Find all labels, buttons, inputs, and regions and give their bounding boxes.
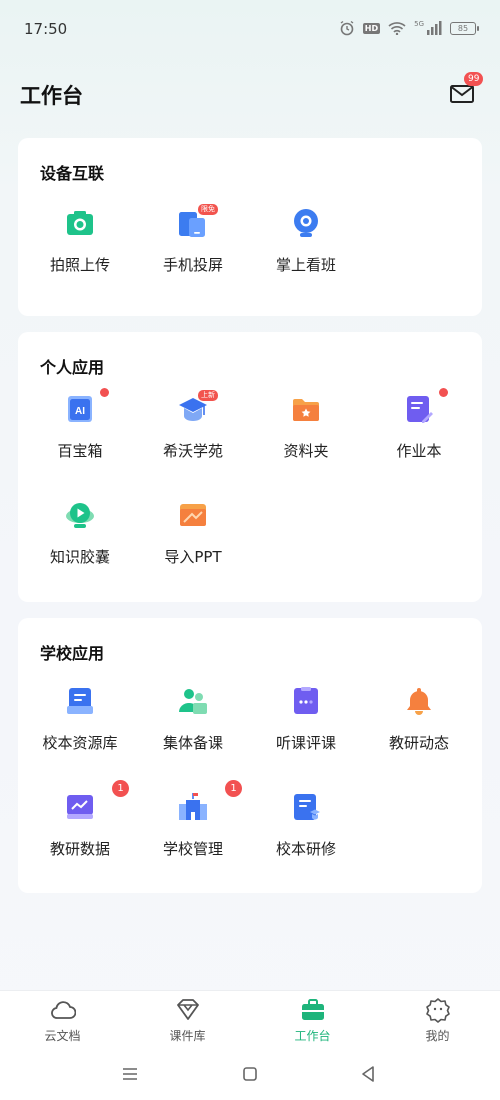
- battery-level: 85: [457, 23, 469, 33]
- notification-dot: [100, 388, 109, 397]
- header: 工作台 99: [0, 72, 500, 116]
- tab-cloud-docs[interactable]: 云文档: [0, 991, 125, 1047]
- app-research-data[interactable]: 1 教研数据: [30, 780, 130, 872]
- app-label: 导入PPT: [164, 548, 222, 566]
- svg-text:AI: AI: [75, 406, 85, 417]
- app-knowledge-capsule[interactable]: 知识胶囊: [30, 500, 130, 580]
- app-label: 集体备课: [162, 734, 223, 752]
- ai-box-icon: AI: [68, 396, 92, 422]
- app-label: 知识胶囊: [49, 548, 110, 566]
- home-icon[interactable]: [240, 1064, 260, 1084]
- capsule-play-icon: [66, 503, 94, 528]
- app-label: 掌上看班: [275, 256, 336, 274]
- bottom-tab-bar: 云文档 课件库 工作台 我的: [0, 990, 500, 1046]
- app-label: 作业本: [396, 442, 442, 460]
- app-label: 教研数据: [49, 840, 110, 858]
- section-personal-apps: 个人应用 AI 百宝箱 上新 希沃学苑 资料夹 作业本 知识胶囊 导入PPT: [18, 332, 482, 602]
- app-label: 校本研修: [275, 840, 336, 858]
- homework-book-icon: [407, 396, 433, 423]
- app-school-resource-library[interactable]: 校本资源库: [30, 686, 130, 766]
- webcam-icon: [294, 209, 318, 237]
- section-title: 个人应用: [40, 358, 105, 377]
- app-import-ppt[interactable]: 导入PPT: [143, 500, 243, 580]
- mail-button[interactable]: 99: [448, 72, 484, 108]
- app-label: 手机投屏: [162, 256, 223, 274]
- tab-label: 我的: [425, 1029, 450, 1043]
- tab-workbench[interactable]: 工作台: [250, 991, 375, 1047]
- count-badge: 1: [112, 780, 129, 797]
- briefcase-icon: [302, 999, 324, 1020]
- tab-label: 工作台: [294, 1029, 331, 1043]
- resource-library-icon: [67, 688, 93, 714]
- free-tag: 限免: [198, 204, 218, 215]
- signal-label: 5G: [414, 20, 424, 28]
- count-badge: 1: [225, 780, 242, 797]
- group-prep-icon: [179, 689, 207, 714]
- hd-indicator: HD: [362, 22, 381, 34]
- cloud-icon: [51, 1001, 76, 1019]
- lesson-review-icon: [294, 687, 318, 714]
- new-tag: 上新: [198, 390, 218, 401]
- app-label: 听课评课: [275, 734, 336, 752]
- app-resource-folder[interactable]: 资料夹: [256, 394, 356, 474]
- battery-icon: 85: [450, 21, 479, 35]
- section-title: 设备互联: [40, 164, 105, 183]
- profile-badge-icon: [426, 998, 450, 1023]
- signal-icon: [427, 21, 442, 35]
- app-lesson-review[interactable]: 听课评课: [256, 686, 356, 766]
- app-label: 百宝箱: [57, 442, 103, 460]
- alarm-icon: [340, 20, 354, 36]
- tab-courseware[interactable]: 课件库: [125, 991, 250, 1047]
- app-class-monitor[interactable]: 掌上看班: [256, 208, 356, 288]
- ppt-folder-icon: [180, 504, 206, 526]
- notification-dot: [439, 388, 448, 397]
- training-doc-icon: [294, 794, 320, 820]
- tab-label: 课件库: [169, 1029, 206, 1043]
- section-school-apps: 学校应用 校本资源库 集体备课 听课评课 教研动态 1 教研数据 1 学校管理 …: [18, 618, 482, 893]
- school-building-icon: [179, 793, 207, 820]
- app-label: 教研动态: [388, 734, 449, 752]
- status-bar: 17:50 HD 5G 85: [0, 0, 500, 60]
- tab-label: 云文档: [44, 1029, 81, 1043]
- menu-icon[interactable]: [120, 1064, 140, 1084]
- app-label: 希沃学苑: [162, 442, 223, 460]
- status-time: 17:50: [24, 20, 68, 38]
- app-label: 资料夹: [283, 442, 329, 460]
- section-device-connect: 设备互联 拍照上传 限免 手机投屏 掌上看班: [18, 138, 482, 316]
- tab-profile[interactable]: 我的: [375, 991, 500, 1047]
- folder-star-icon: [293, 399, 319, 421]
- app-homework[interactable]: 作业本: [369, 388, 469, 474]
- app-label: 拍照上传: [49, 256, 110, 274]
- courseware-icon: [177, 999, 199, 1020]
- app-label: 校本资源库: [42, 734, 118, 752]
- app-phone-cast[interactable]: 限免 手机投屏: [143, 204, 243, 288]
- mail-badge: 99: [464, 72, 484, 86]
- app-seewo-academy[interactable]: 上新 希沃学苑: [143, 390, 243, 474]
- bell-icon: [407, 688, 431, 715]
- app-group-lesson-prep[interactable]: 集体备课: [143, 686, 243, 766]
- data-chart-icon: [67, 795, 93, 819]
- status-icons: HD 5G 85: [339, 20, 479, 36]
- wifi-icon: [388, 22, 406, 35]
- back-icon[interactable]: [358, 1064, 378, 1084]
- page-title: 工作台: [20, 84, 83, 108]
- app-label: 学校管理: [162, 840, 223, 858]
- section-title: 学校应用: [40, 644, 105, 663]
- app-school-training[interactable]: 校本研修: [256, 792, 356, 872]
- app-photo-upload[interactable]: 拍照上传: [30, 208, 130, 288]
- system-nav-bar: [0, 1046, 500, 1100]
- camera-icon: [67, 211, 93, 235]
- app-toolbox[interactable]: AI 百宝箱: [30, 388, 130, 474]
- app-research-news[interactable]: 教研动态: [369, 686, 469, 766]
- app-school-management[interactable]: 1 学校管理: [143, 780, 243, 872]
